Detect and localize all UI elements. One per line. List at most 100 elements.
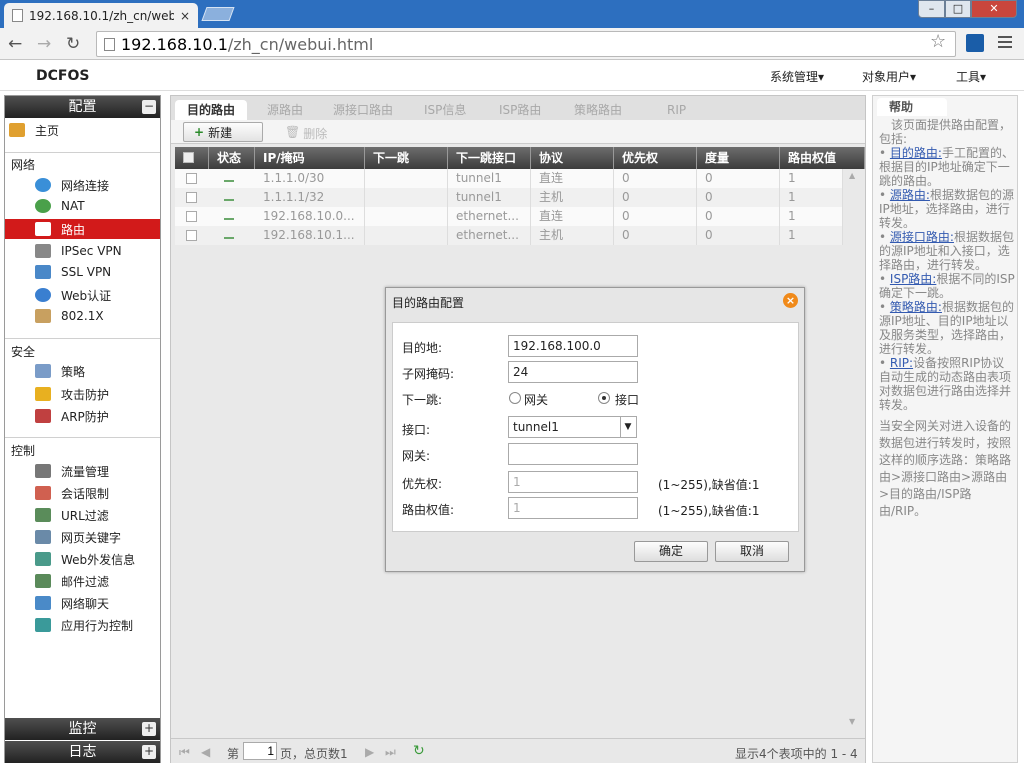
cell-iface: tunnel1 xyxy=(448,188,531,207)
radio-gateway[interactable] xyxy=(509,392,521,404)
address-bar[interactable]: 192.168.10.1/zh_cn/webui.html xyxy=(96,31,956,57)
table-row[interactable]: 192.168.10.1... ethernet... 主机 0 0 1 xyxy=(175,226,843,245)
ok-button[interactable]: 确定 xyxy=(634,541,708,562)
ipsec-vpn-icon xyxy=(35,244,51,258)
prev-page-icon[interactable]: ◀ xyxy=(201,745,210,759)
sidebar-log-header[interactable]: 日志 + xyxy=(5,741,160,763)
table-scrollbar[interactable]: ▲ ▼ xyxy=(845,169,863,729)
dest-input[interactable]: 192.168.100.0 xyxy=(508,335,638,357)
new-button[interactable]: + 新建 xyxy=(183,122,263,142)
row-checkbox[interactable] xyxy=(186,173,197,184)
tab-close-icon[interactable]: × xyxy=(180,9,190,23)
table-row[interactable]: 1.1.1.0/30 tunnel1 直连 0 0 1 xyxy=(175,169,843,188)
col-weight[interactable]: 路由权值 xyxy=(780,147,865,169)
bookmark-star-icon[interactable]: ☆ xyxy=(930,31,946,52)
sidebar-item-url-filter[interactable]: URL过滤 xyxy=(5,505,160,525)
help-link[interactable]: 策略路由: xyxy=(890,300,942,314)
sidebar-item-session-limit[interactable]: 会话限制 xyxy=(5,483,160,503)
page-number-input[interactable] xyxy=(243,742,277,760)
sidebar-item-policy[interactable]: 策略 xyxy=(5,361,160,381)
delete-button[interactable]: 🗑 删除 xyxy=(285,125,327,142)
first-page-icon[interactable]: ⏮ xyxy=(179,745,190,760)
col-protocol[interactable]: 协议 xyxy=(531,147,614,169)
extension-icon[interactable] xyxy=(966,34,984,52)
col-next-hop-iface[interactable]: 下一跳接口 xyxy=(448,147,531,169)
sidebar-item-app-behavior[interactable]: 应用行为控制 xyxy=(5,615,160,635)
forward-arrow-icon[interactable]: → xyxy=(37,34,51,54)
sidebar-config-header[interactable]: 配置 − xyxy=(5,96,160,118)
tab-policy-route[interactable]: 策略路由 xyxy=(562,100,634,120)
tab-source-route[interactable]: 源路由 xyxy=(255,100,315,120)
tab-dest-route[interactable]: 目的路由 xyxy=(175,100,248,120)
sidebar-item-arp-defense[interactable]: ARP防护 xyxy=(5,406,160,426)
sidebar-item-home[interactable]: 主页 xyxy=(9,120,164,140)
help-link[interactable]: 源接口路由: xyxy=(890,230,954,244)
help-link[interactable]: 源路由: xyxy=(890,188,930,202)
sidebar-item-web-auth[interactable]: Web认证 xyxy=(5,285,160,305)
refresh-icon[interactable]: ↻ xyxy=(413,743,425,759)
col-metric[interactable]: 度量 xyxy=(697,147,780,169)
sidebar-item-mail-filter[interactable]: 邮件过滤 xyxy=(5,571,160,591)
menu-object-users[interactable]: 对象用户▾ xyxy=(862,68,916,85)
row-checkbox[interactable] xyxy=(186,230,197,241)
sidebar-item-8021x[interactable]: 802.1X xyxy=(5,306,160,326)
next-page-icon[interactable]: ▶ xyxy=(365,745,374,759)
browser-menu-icon[interactable] xyxy=(998,36,1012,51)
col-priority[interactable]: 优先权 xyxy=(614,147,697,169)
close-icon[interactable]: × xyxy=(783,293,798,308)
row-checkbox[interactable] xyxy=(186,211,197,222)
help-tab[interactable]: 帮助 xyxy=(877,98,947,116)
new-tab-button[interactable] xyxy=(201,7,235,21)
collapse-icon[interactable]: − xyxy=(142,100,156,114)
sidebar-item-web-keyword[interactable]: 网页关键字 xyxy=(5,527,160,547)
col-status[interactable]: 状态 xyxy=(209,147,255,169)
select-all-checkbox[interactable] xyxy=(183,152,194,163)
help-link[interactable]: ISP路由: xyxy=(890,272,936,286)
tab-isp-route[interactable]: ISP路由 xyxy=(487,100,553,120)
sidebar-item-ssl-vpn[interactable]: SSL VPN xyxy=(5,262,160,282)
help-link[interactable]: 目的路由: xyxy=(890,146,942,160)
expand-icon[interactable]: + xyxy=(142,722,156,736)
tab-isp-info[interactable]: ISP信息 xyxy=(412,100,478,120)
cancel-button[interactable]: 取消 xyxy=(715,541,789,562)
sidebar-item-attack-defense[interactable]: 攻击防护 xyxy=(5,384,160,404)
chevron-down-icon[interactable]: ▼ xyxy=(620,417,635,437)
col-next-hop[interactable]: 下一跳 xyxy=(365,147,448,169)
menu-tools[interactable]: 工具▾ xyxy=(956,68,986,85)
sidebar-item-traffic-mgmt[interactable]: 流量管理 xyxy=(5,461,160,481)
radio-interface[interactable] xyxy=(598,392,610,404)
menu-system-admin[interactable]: 系统管理▾ xyxy=(770,68,824,85)
tab-source-iface-route[interactable]: 源接口路由 xyxy=(321,100,405,120)
sidebar-item-im-chat[interactable]: 网络聊天 xyxy=(5,593,160,613)
row-checkbox[interactable] xyxy=(186,192,197,203)
reload-icon[interactable]: ↻ xyxy=(66,34,80,54)
window-minimize-button[interactable]: – xyxy=(918,0,945,18)
sidebar-item-web-outbound[interactable]: Web外发信息 xyxy=(5,549,160,569)
table-row[interactable]: 192.168.10.0... ethernet... 直连 0 0 1 xyxy=(175,207,843,226)
weight-input[interactable]: 1 xyxy=(508,497,638,519)
col-ip-mask[interactable]: IP/掩码 xyxy=(255,147,365,169)
help-item: • 源接口路由:根据数据包的源IP地址和入接口，选择路由，进行转发。 xyxy=(879,230,1014,272)
last-page-icon[interactable]: ⏭ xyxy=(385,745,396,760)
sidebar-item-ipsec-vpn[interactable]: IPSec VPN xyxy=(5,241,160,261)
tab-rip[interactable]: RIP xyxy=(655,100,698,120)
gateway-input[interactable] xyxy=(508,443,638,465)
browser-tab[interactable]: 192.168.10.1/zh_cn/web × xyxy=(4,3,198,28)
sidebar-item-route[interactable]: 路由 xyxy=(5,219,160,239)
scroll-up-icon[interactable]: ▲ xyxy=(849,171,855,180)
expand-icon[interactable]: + xyxy=(142,745,156,759)
shield-icon xyxy=(35,387,51,401)
iface-select[interactable]: tunnel1 ▼ xyxy=(508,416,637,438)
window-maximize-button[interactable]: □ xyxy=(945,0,971,18)
priority-input[interactable]: 1 xyxy=(508,471,638,493)
sidebar-item-network-connection[interactable]: 网络连接 xyxy=(5,175,160,195)
back-arrow-icon[interactable]: ← xyxy=(8,34,22,54)
table-row[interactable]: 1.1.1.1/32 tunnel1 主机 0 0 1 xyxy=(175,188,843,207)
mask-input[interactable]: 24 xyxy=(508,361,638,383)
help-link[interactable]: RIP: xyxy=(890,356,913,370)
window-close-button[interactable]: ✕ xyxy=(971,0,1017,18)
nat-icon xyxy=(35,199,51,213)
sidebar-item-nat[interactable]: NAT xyxy=(5,196,160,216)
sidebar-monitor-header[interactable]: 监控 + xyxy=(5,718,160,740)
scroll-down-icon[interactable]: ▼ xyxy=(849,717,855,726)
